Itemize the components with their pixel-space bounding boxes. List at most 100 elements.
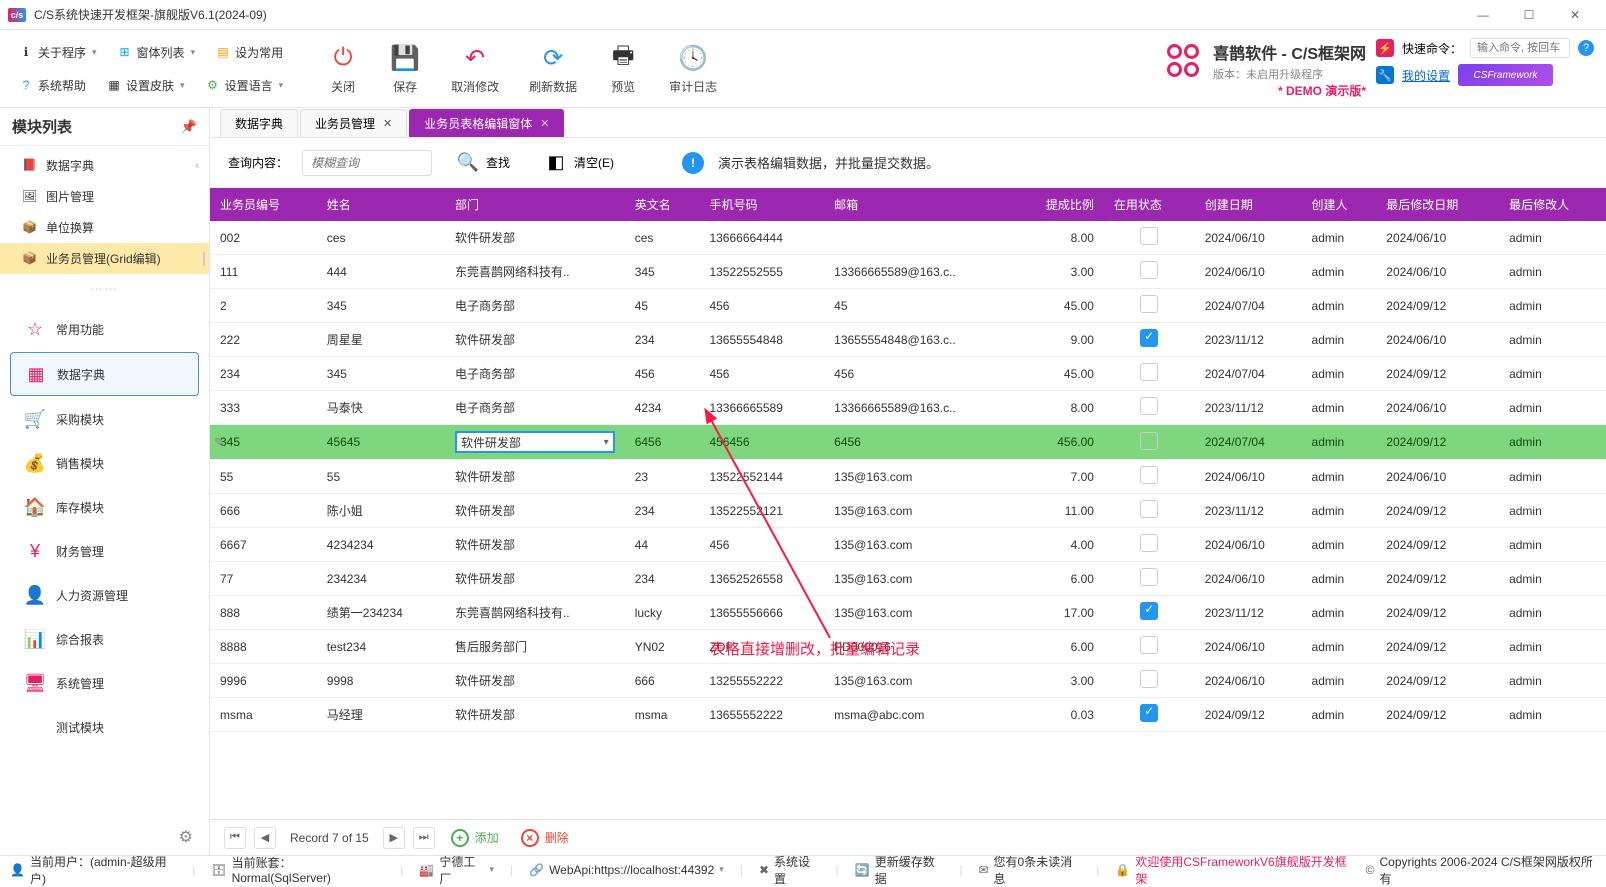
cell-md[interactable]: 2024/06/10	[1376, 391, 1499, 425]
cell-rate[interactable]: 8.00	[1013, 221, 1104, 255]
cell-mail[interactable]: 6456	[824, 425, 1013, 460]
cell-status[interactable]	[1104, 698, 1195, 732]
tab-close-icon[interactable]: ✕	[383, 117, 392, 130]
cell-en[interactable]: 456	[625, 357, 700, 391]
cell-id[interactable]: 888	[210, 596, 317, 630]
dept-select[interactable]: 软件研发部▾	[455, 431, 615, 453]
cell-id[interactable]: 111	[210, 255, 317, 289]
cell-status[interactable]	[1104, 425, 1195, 460]
column-header[interactable]: 在用状态	[1104, 188, 1195, 221]
cell-mu[interactable]: admin	[1499, 698, 1606, 732]
column-header[interactable]: 姓名	[317, 188, 445, 221]
checkbox-icon[interactable]	[1140, 432, 1158, 450]
cell-rate[interactable]: 9.00	[1013, 323, 1104, 357]
cell-cd[interactable]: 2023/11/12	[1195, 596, 1302, 630]
cell-name[interactable]: 9998	[317, 664, 445, 698]
cell-dept[interactable]: 售后服务部门	[445, 630, 625, 664]
nav-item[interactable]: 🏠库存模块	[10, 486, 199, 528]
table-row[interactable]: 666 陈小姐 软件研发部 234 13522552121 135@163.co…	[210, 494, 1606, 528]
help-button[interactable]: ?系统帮助	[10, 73, 94, 98]
cell-mu[interactable]: admin	[1499, 255, 1606, 289]
cell-mu[interactable]: admin	[1499, 289, 1606, 323]
first-page-button[interactable]: ⏮	[224, 827, 246, 849]
sidebar-tree-item[interactable]: 🖼图片管理	[0, 181, 209, 212]
cell-md[interactable]: 2024/09/12	[1376, 289, 1499, 323]
table-row[interactable]: 234 345 电子商务部 456 456 456 45.00 2024/07/…	[210, 357, 1606, 391]
cell-mail[interactable]: 135@163.com	[824, 562, 1013, 596]
cell-tel[interactable]: 13652526558	[699, 562, 824, 596]
clear-button[interactable]: ◧清空(E)	[534, 147, 624, 179]
cell-mu[interactable]: admin	[1499, 323, 1606, 357]
close-window-button[interactable]: ✕	[1552, 0, 1598, 30]
table-row[interactable]: 888 绩第一234234 东莞喜鹊网络科技有.. lucky 13655556…	[210, 596, 1606, 630]
cell-tel[interactable]: 13655554848	[699, 323, 824, 357]
cell-name[interactable]: 4234234	[317, 528, 445, 562]
cell-status[interactable]	[1104, 630, 1195, 664]
column-header[interactable]: 提成比例	[1013, 188, 1104, 221]
cell-id[interactable]: 234	[210, 357, 317, 391]
cell-status[interactable]	[1104, 494, 1195, 528]
cell-en[interactable]: 234	[625, 562, 700, 596]
cell-rate[interactable]: 0.03	[1013, 698, 1104, 732]
sidebar-tree-item[interactable]: 📦业务员管理(Grid编辑)	[0, 243, 209, 274]
cell-id[interactable]: 55	[210, 460, 317, 494]
cell-dept[interactable]: 软件研发部	[445, 562, 625, 596]
cell-md[interactable]: 2024/06/10	[1376, 221, 1499, 255]
nav-item[interactable]: 💰销售模块	[10, 442, 199, 484]
cell-cu[interactable]: admin	[1302, 323, 1377, 357]
cell-tel[interactable]: 13655552222	[699, 698, 824, 732]
cell-cu[interactable]: admin	[1302, 460, 1377, 494]
column-header[interactable]: 英文名	[625, 188, 700, 221]
cell-name[interactable]: 绩第一234234	[317, 596, 445, 630]
cell-mu[interactable]: admin	[1499, 664, 1606, 698]
cell-id[interactable]: 9996	[210, 664, 317, 698]
cell-md[interactable]: 2024/09/12	[1376, 664, 1499, 698]
cell-md[interactable]: 2024/09/12	[1376, 562, 1499, 596]
checkbox-icon[interactable]	[1140, 363, 1158, 381]
column-header[interactable]: 部门	[445, 188, 625, 221]
cell-status[interactable]	[1104, 391, 1195, 425]
cell-mail[interactable]: 135@163.com	[824, 528, 1013, 562]
cell-id[interactable]: 8888	[210, 630, 317, 664]
cell-en[interactable]: 666	[625, 664, 700, 698]
cell-tel[interactable]: 13655556666	[699, 596, 824, 630]
cell-mail[interactable]: 135@163.com	[824, 494, 1013, 528]
cell-en[interactable]: 4234	[625, 391, 700, 425]
table-row[interactable]: 77 234234 软件研发部 234 13652526558 135@163.…	[210, 562, 1606, 596]
cell-name[interactable]: 444	[317, 255, 445, 289]
cell-md[interactable]: 2024/09/12	[1376, 494, 1499, 528]
cell-mu[interactable]: admin	[1499, 357, 1606, 391]
status-messages[interactable]: ✉您有0条未读消息	[978, 853, 1080, 887]
save-button[interactable]: 💾保存	[383, 38, 427, 99]
cell-cd[interactable]: 2024/06/10	[1195, 664, 1302, 698]
sidebar-settings-icon[interactable]: ⚙	[0, 819, 209, 855]
cell-en[interactable]: ces	[625, 221, 700, 255]
cell-cu[interactable]: admin	[1302, 494, 1377, 528]
cell-status[interactable]	[1104, 596, 1195, 630]
cell-md[interactable]: 2024/06/10	[1376, 460, 1499, 494]
cell-id[interactable]: 6667	[210, 528, 317, 562]
nav-item[interactable]: 🛒采购模块	[10, 398, 199, 440]
cell-name[interactable]: 55	[317, 460, 445, 494]
window-list-button[interactable]: ⊞窗体列表▾	[109, 40, 204, 65]
cell-dept[interactable]: 软件研发部▾	[445, 425, 625, 460]
cell-cd[interactable]: 2024/07/04	[1195, 357, 1302, 391]
cell-rate[interactable]: 8.00	[1013, 391, 1104, 425]
sidebar-tree-item[interactable]: 📦单位换算	[0, 212, 209, 243]
delete-row-button[interactable]: ×删除	[521, 829, 569, 847]
cell-mu[interactable]: admin	[1499, 494, 1606, 528]
table-row[interactable]: 8888 test234 售后服务部门 YN02 ZDF PD000016 6.…	[210, 630, 1606, 664]
cell-cu[interactable]: admin	[1302, 255, 1377, 289]
cell-dept[interactable]: 软件研发部	[445, 698, 625, 732]
cell-id[interactable]: 77	[210, 562, 317, 596]
checkbox-icon[interactable]	[1140, 534, 1158, 552]
cell-status[interactable]	[1104, 357, 1195, 391]
cell-cu[interactable]: admin	[1302, 664, 1377, 698]
cell-tel[interactable]: 13366665589	[699, 391, 824, 425]
cell-mail[interactable]: 13366665589@163.c..	[824, 391, 1013, 425]
pin-icon[interactable]: 📌	[181, 119, 197, 135]
cell-id[interactable]: msma	[210, 698, 317, 732]
cell-tel[interactable]: 456	[699, 528, 824, 562]
status-cache[interactable]: 🔄更新缓存数据	[855, 853, 944, 887]
table-row[interactable]: 9996 9998 软件研发部 666 13255552222 135@163.…	[210, 664, 1606, 698]
